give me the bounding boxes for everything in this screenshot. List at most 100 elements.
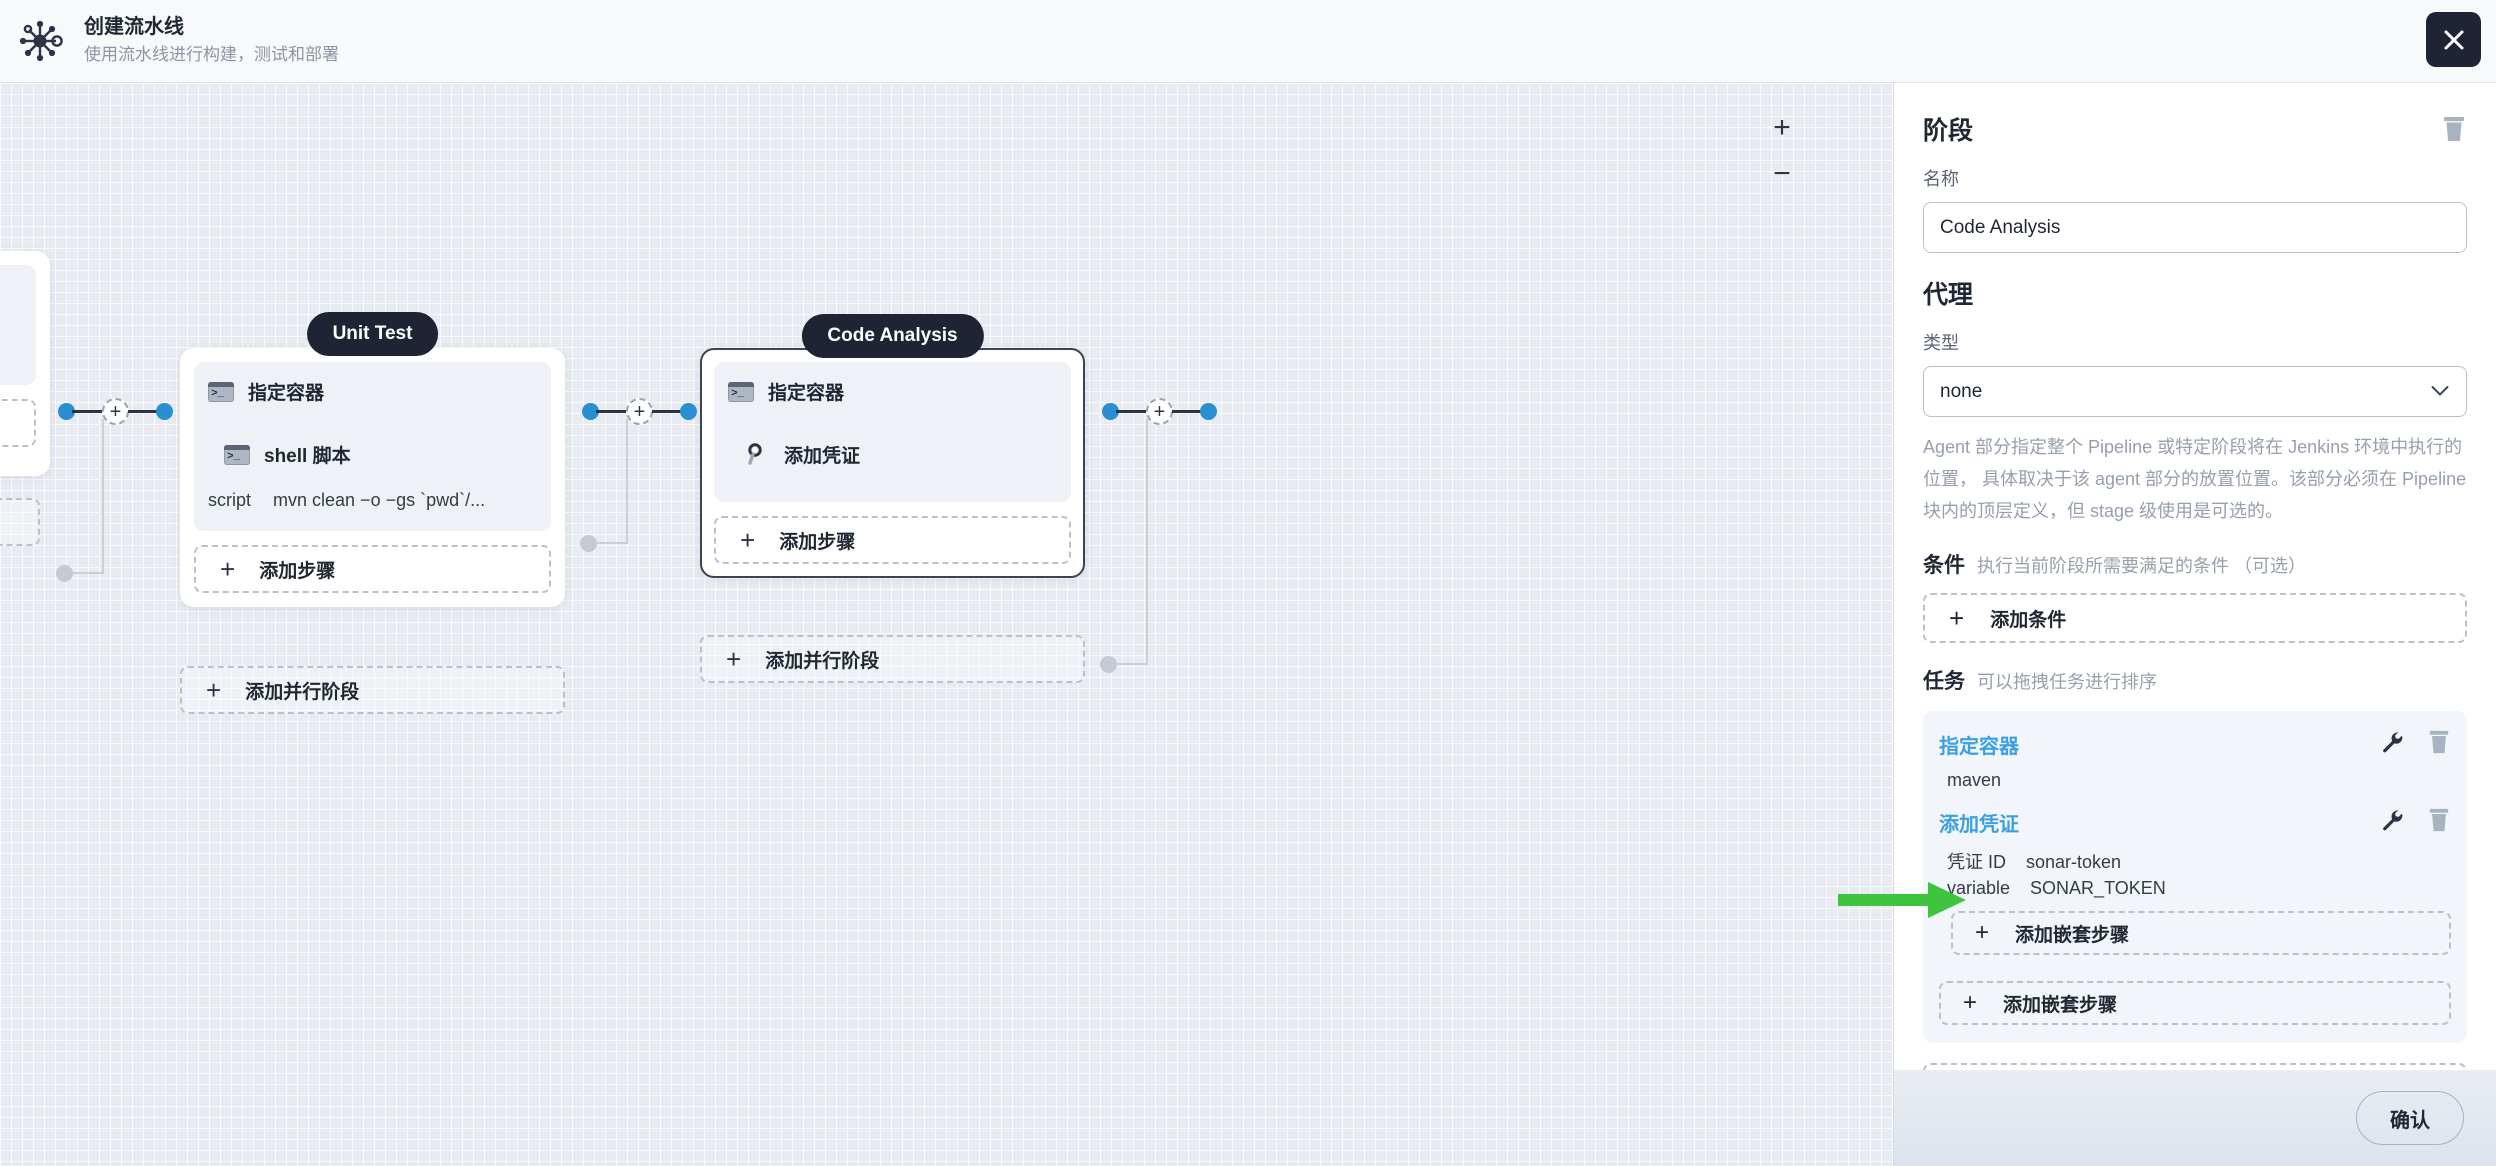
task-parameter-value: SONAR_TOKEN (2030, 878, 2166, 898)
branch-dot (1100, 656, 1117, 673)
zoom-in-button[interactable]: + (1767, 113, 1797, 143)
tasks-description: 可以拖拽任务进行排序 (1977, 672, 2157, 692)
task-row[interactable]: 指定容器 (1939, 729, 2451, 760)
name-field-label: 名称 (1923, 169, 1959, 189)
agent-type-select[interactable]: none (1923, 366, 2467, 417)
tasks-section-header: 任务 可以拖拽任务进行排序 (1923, 665, 2467, 695)
agent-section-title: 代理 (1923, 281, 1974, 309)
add-nested-step-label: 添加嵌套步骤 (2015, 924, 2130, 946)
connector-dot-target (680, 403, 697, 420)
stage-steps-box (0, 265, 36, 385)
plus-icon: + (726, 644, 742, 674)
step-parameter-key: script (208, 490, 252, 510)
step-label: 指定容器 (248, 383, 325, 404)
stage-name-badge[interactable]: Code Analysis (801, 314, 984, 358)
plus-icon: + (206, 675, 222, 705)
step-parameter-value: mvn clean −o −gs `pwd`/... (273, 490, 486, 510)
terminal-icon (224, 444, 250, 465)
terminal-icon (208, 381, 234, 402)
branch-elbow (626, 419, 628, 544)
add-parallel-stage-button-partial[interactable]: + (0, 498, 40, 546)
add-nested-step-button-inner[interactable]: + 添加嵌套步骤 (1951, 911, 2451, 955)
connector-line (1116, 410, 1150, 413)
agent-type-select-wrap: none (1923, 366, 2467, 417)
branch-elbow (592, 542, 628, 544)
plus-icon: + (1949, 603, 1965, 633)
trash-icon (2444, 117, 2464, 141)
tasks-title: 任务 (1923, 670, 1965, 693)
connector-dot-target (1200, 403, 1217, 420)
pipeline-node-icon (12, 13, 68, 69)
step-label: 添加凭证 (784, 446, 861, 467)
task-actions (2381, 807, 2451, 838)
add-step-button[interactable]: + 添加步骤 (714, 516, 1071, 564)
task-parameter-key: 凭证 ID (1947, 852, 2007, 872)
delete-task-button[interactable] (2427, 729, 2451, 760)
task-parameter-value: sonar-token (2026, 852, 2122, 872)
add-stage-plus-node[interactable]: + (102, 398, 129, 425)
panel-header: 阶段 (1923, 111, 2467, 147)
wrench-icon (2383, 810, 2403, 831)
add-parallel-stage-button-code-analysis[interactable]: + 添加并行阶段 (700, 635, 1085, 683)
stage-name-badge[interactable]: Unit Test (306, 312, 439, 356)
trash-icon (2429, 730, 2449, 754)
zoom-out-button[interactable]: − (1767, 159, 1797, 189)
task-parameter: 凭证 ID sonar-token (1939, 848, 2451, 874)
add-step-label: 添加步骤 (259, 560, 336, 582)
add-nested-step-button-outer[interactable]: + 添加嵌套步骤 (1939, 981, 2451, 1025)
condition-description: 执行当前阶段所需要满足的条件 （可选） (1977, 556, 2306, 576)
panel-scroll-area[interactable]: 阶段 名称 代理 类型 none (1894, 83, 2496, 1070)
delete-stage-button[interactable] (2441, 115, 2467, 143)
page-title: 创建流水线 (84, 16, 184, 38)
add-condition-button[interactable]: + 添加条件 (1923, 593, 2467, 643)
step-item-nested[interactable]: 添加凭证 (728, 441, 1057, 468)
connector-dot-target (156, 403, 173, 420)
task-parameter-key: maven (1947, 770, 2002, 790)
stage-steps-box: 指定容器 shell 脚本 script mvn clean −o −gs `pw… (194, 362, 551, 531)
add-step-button[interactable]: + 添加步骤 (1923, 1063, 2467, 1070)
add-parallel-stage-label: 添加并行阶段 (245, 681, 360, 703)
stage-card-code-analysis[interactable]: Code Analysis 指定容器 添加凭证 (700, 314, 1085, 578)
plus-icon: + (220, 554, 236, 584)
confirm-button[interactable]: 确认 (2356, 1091, 2464, 1145)
stage-steps-box: 指定容器 添加凭证 (714, 362, 1071, 502)
add-parallel-stage-label: 添加并行阶段 (765, 650, 880, 672)
task-parameter: variable SONAR_TOKEN (1939, 878, 2451, 899)
stage-card-unit-test[interactable]: Unit Test 指定容器 shell 脚本 script mvn clean … (180, 312, 565, 607)
branch-elbow (68, 572, 104, 574)
stage-card-partial[interactable]: + (0, 251, 50, 476)
condition-title: 条件 (1923, 554, 1965, 577)
stage-name-input[interactable] (1923, 202, 2467, 253)
agent-type-value: none (1940, 380, 1983, 402)
add-stage-plus-node[interactable]: + (1146, 398, 1173, 425)
step-item[interactable]: 指定容器 (208, 378, 537, 405)
edit-task-button[interactable] (2381, 808, 2405, 837)
add-nested-step-label: 添加嵌套步骤 (2003, 994, 2118, 1016)
type-field-label: 类型 (1923, 333, 1959, 353)
pipeline-canvas[interactable]: + − + + + Unit Test (0, 83, 1893, 1166)
add-step-button[interactable]: + 添加步骤 (194, 545, 551, 593)
task-name[interactable]: 指定容器 (1939, 730, 2019, 759)
step-item[interactable]: 指定容器 (728, 378, 1057, 405)
step-parameter: script mvn clean −o −gs `pwd`/... (208, 490, 537, 511)
delete-task-button[interactable] (2427, 807, 2451, 838)
connector-line (72, 410, 106, 413)
add-step-label: 添加步骤 (779, 531, 856, 553)
wrench-icon (2383, 732, 2403, 753)
plus-icon: + (1975, 919, 1990, 946)
add-parallel-stage-button-unit-test[interactable]: + 添加并行阶段 (180, 666, 565, 714)
app-header: 创建流水线 使用流水线进行构建，测试和部署 (0, 0, 2496, 83)
task-name[interactable]: 添加凭证 (1939, 808, 2019, 837)
condition-section-header: 条件 执行当前阶段所需要满足的条件 （可选） (1923, 549, 2467, 579)
task-actions (2381, 729, 2451, 760)
add-stage-plus-node[interactable]: + (626, 398, 653, 425)
task-parameter-key: variable (1947, 878, 2011, 898)
task-row[interactable]: 添加凭证 (1939, 807, 2451, 838)
close-button[interactable] (2426, 12, 2481, 67)
branch-elbow (102, 419, 104, 574)
add-step-button[interactable]: + (0, 399, 36, 447)
trash-icon (2429, 808, 2449, 832)
step-item-nested[interactable]: shell 脚本 (208, 441, 537, 468)
key-icon (744, 442, 770, 467)
edit-task-button[interactable] (2381, 730, 2405, 759)
